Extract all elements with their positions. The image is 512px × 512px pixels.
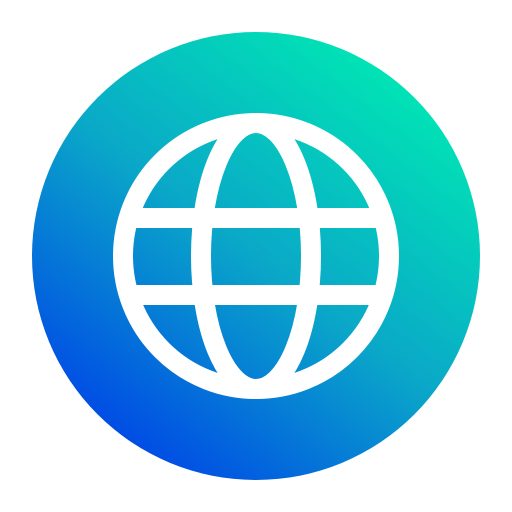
- icon-canvas: [0, 0, 512, 512]
- globe-icon: [32, 32, 480, 480]
- icon-background-circle: [32, 32, 480, 480]
